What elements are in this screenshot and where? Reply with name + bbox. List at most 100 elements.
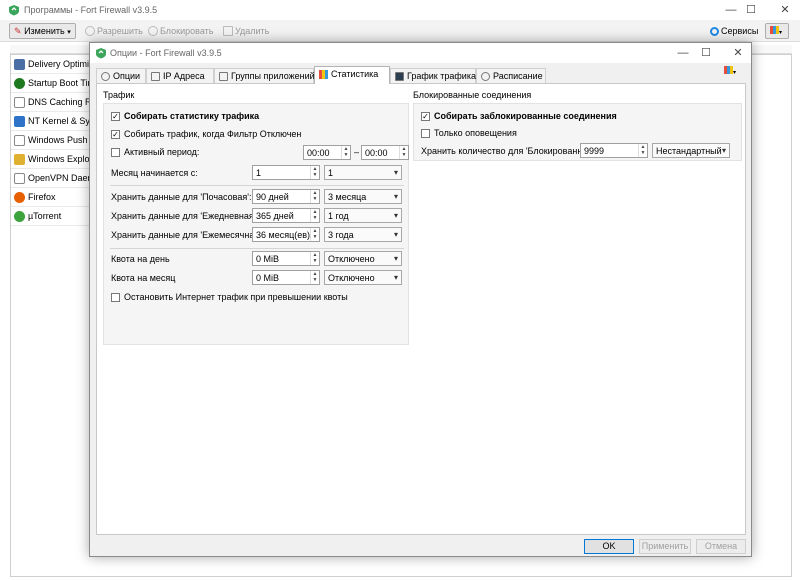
app-icon [14, 78, 25, 89]
main-toolbar: ✎ Изменить ▾ Разрешить Блокировать Удали… [0, 20, 800, 42]
only-notifications-checkbox[interactable] [421, 129, 430, 138]
list-item[interactable]: Startup Boot Time [11, 74, 89, 93]
collect-stats-label: Собирать статистику трафика [124, 111, 260, 121]
fort-firewall-logo-icon [9, 5, 19, 16]
services-icon [710, 27, 719, 36]
period-to-input[interactable]: 00:00 ▲ ▼ [361, 145, 409, 160]
divider [110, 185, 404, 186]
dialog-maximize-button[interactable]: ☐ [693, 43, 719, 63]
app-icon [14, 59, 25, 70]
list-item[interactable]: DNS Caching Reso [11, 93, 89, 112]
active-period-checkbox[interactable] [111, 148, 120, 157]
view-menu-button[interactable]: ▾ [765, 23, 789, 39]
fort-firewall-logo-icon [96, 48, 106, 59]
month-start-input[interactable]: 1 ▲ ▼ [252, 165, 320, 180]
apply-button[interactable]: Применить [639, 539, 691, 554]
keep-count-select[interactable]: Нестандартный ▾ [652, 143, 730, 158]
ok-button[interactable]: OK [584, 539, 634, 554]
graph-icon [395, 72, 404, 81]
monthly-select[interactable]: 3 года ▾ [324, 227, 402, 242]
allow-button[interactable]: Разрешить [80, 23, 148, 39]
blocked-group: ✓ Собирать заблокированные соединения То… [413, 103, 742, 161]
firefox-icon [14, 192, 25, 203]
collect-blocked-checkbox[interactable]: ✓ [421, 112, 430, 121]
app-icon [14, 97, 25, 108]
month-start-label: Месяц начинается с: [111, 168, 198, 178]
period-dash: – [354, 147, 360, 157]
main-titlebar: Программы - Fort Firewall v3.9.5 — ☐ ✕ [0, 0, 800, 20]
check-circle-icon [85, 26, 95, 36]
blocked-section-title: Блокированные соединения [413, 90, 532, 100]
daily-label: Хранить данные для 'Ежедневная': [111, 211, 258, 221]
dialog-title: Опции - Fort Firewall v3.9.5 [110, 48, 222, 58]
cancel-button[interactable]: Отмена [696, 539, 746, 554]
traffic-section-title: Трафик [103, 90, 135, 100]
dialog-titlebar: Опции - Fort Firewall v3.9.5 — ☐ ✕ [90, 43, 751, 63]
list-item[interactable]: Firefox [11, 188, 89, 207]
month-start-select[interactable]: 1 ▾ [324, 165, 402, 180]
collect-blocked-label: Собирать заблокированные соединения [434, 111, 617, 121]
stop-on-quota-label: Остановить Интернет трафик при превышени… [124, 292, 348, 302]
active-period-label: Активный период: [124, 147, 200, 157]
pencil-icon: ✎ [14, 26, 22, 36]
keep-count-label: Хранить количество для 'Блокированные [421, 146, 594, 156]
app-icon [14, 116, 25, 127]
stop-on-quota-checkbox[interactable] [111, 293, 120, 302]
tab-ip-addresses[interactable]: IP Адреса [146, 68, 214, 84]
tab-options[interactable]: Опции [96, 68, 146, 84]
period-from-input[interactable]: 00:00 ▲ ▼ [303, 145, 351, 160]
gear-icon [101, 72, 110, 81]
tab-menu-button[interactable]: ▾ [724, 66, 744, 80]
tab-schedule[interactable]: Расписание [476, 68, 546, 84]
app-groups-icon [219, 72, 228, 81]
quota-month-label: Квота на месяц [111, 273, 176, 283]
utorrent-icon [14, 211, 25, 222]
list-item[interactable]: Windows Push No [11, 131, 89, 150]
list-item[interactable]: NT Kernel & Syste [11, 112, 89, 131]
block-button[interactable]: Блокировать [143, 23, 218, 39]
traffic-group: ✓ Собирать статистику трафика ✓ Собирать… [103, 103, 409, 345]
main-window-title: Программы - Fort Firewall v3.9.5 [24, 5, 158, 15]
grid-icon [770, 26, 779, 34]
tab-traffic-graph[interactable]: График трафика [390, 68, 476, 84]
daily-input[interactable]: 365 дней ▲ ▼ [252, 208, 320, 223]
collect-stats-checkbox[interactable]: ✓ [111, 112, 120, 121]
app-icon [14, 173, 25, 184]
close-button[interactable]: ✕ [772, 0, 798, 20]
hourly-label: Хранить данные для 'Почасовая': [111, 192, 252, 202]
daily-select[interactable]: 1 год ▾ [324, 208, 402, 223]
grid-icon [724, 66, 733, 74]
ip-icon [151, 72, 160, 81]
quota-month-input[interactable]: 0 MiB ▲ ▼ [252, 270, 320, 285]
hourly-input[interactable]: 90 дней ▲ ▼ [252, 189, 320, 204]
list-item[interactable]: OpenVPN Daemor [11, 169, 89, 188]
collect-when-filter-off-checkbox[interactable]: ✓ [111, 130, 120, 139]
services-button[interactable]: Сервисы [705, 23, 763, 39]
tab-bar: Опции IP Адреса Группы приложений Статис… [96, 66, 746, 84]
app-icon [14, 135, 25, 146]
statistics-panel: Трафик ✓ Собирать статистику трафика ✓ С… [96, 83, 746, 535]
collect-when-filter-off-label: Собирать трафик, когда Фильтр Отключен [124, 129, 302, 139]
list-item[interactable]: Windows Explorer [11, 150, 89, 169]
hourly-select[interactable]: 3 месяца ▾ [324, 189, 402, 204]
keep-count-input[interactable]: 9999 ▲ ▼ [580, 143, 648, 158]
maximize-button[interactable]: ☐ [738, 0, 764, 20]
trash-icon [223, 26, 233, 36]
list-item[interactable]: µTorrent [11, 207, 89, 226]
divider [110, 248, 404, 249]
clock-icon [481, 72, 490, 81]
monthly-input[interactable]: 36 месяц(ев) ▲ ▼ [252, 227, 320, 242]
quota-month-select[interactable]: Отключено ▾ [324, 270, 402, 285]
folder-icon [14, 154, 25, 165]
tab-app-groups[interactable]: Группы приложений [214, 68, 315, 84]
quota-day-select[interactable]: Отключено ▾ [324, 251, 402, 266]
quota-day-input[interactable]: 0 MiB ▲ ▼ [252, 251, 320, 266]
dialog-close-button[interactable]: ✕ [725, 43, 751, 63]
list-item[interactable]: Delivery Optimizat [11, 55, 89, 74]
bar-chart-icon [319, 70, 328, 79]
quota-day-label: Квота на день [111, 254, 170, 264]
block-circle-icon [148, 26, 158, 36]
remove-button[interactable]: Удалить [218, 23, 274, 39]
edit-button[interactable]: ✎ Изменить ▾ [9, 23, 76, 39]
tab-statistics[interactable]: Статистика [314, 66, 390, 84]
